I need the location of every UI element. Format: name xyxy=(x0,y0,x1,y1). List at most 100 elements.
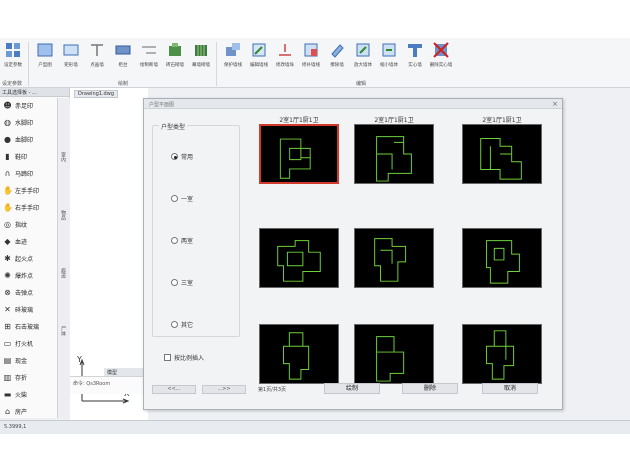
floorplan-option[interactable] xyxy=(354,315,434,384)
palette-title[interactable]: 工具选择板 - ... xyxy=(0,88,69,97)
floorplan-thumbnail[interactable] xyxy=(462,228,542,288)
palette-item-label: 马蹄印 xyxy=(15,171,34,178)
edit-wall-button[interactable]: 编辑墙线 xyxy=(246,41,272,81)
floorplan-thumbnail[interactable] xyxy=(462,324,542,384)
floorplan-caption xyxy=(259,219,339,228)
curtain-wall-icon xyxy=(195,45,207,56)
modify-pier-button[interactable]: 修改墙垛 xyxy=(272,41,298,81)
ribbon-separator xyxy=(28,42,29,86)
floorplan-option[interactable] xyxy=(462,219,542,288)
floorplan-icon xyxy=(37,43,53,57)
floorplan-option[interactable]: 2室1厅1厨1卫 xyxy=(462,115,542,184)
enlarge-wall-button[interactable]: 放大墙体 xyxy=(350,41,376,81)
side-tab-traces[interactable]: 痕迹 xyxy=(60,268,67,278)
blood-footprint-icon: ● xyxy=(4,135,11,144)
radio-three-room[interactable]: 三室 xyxy=(171,278,193,287)
erase-wall-button[interactable]: 擦除墙 xyxy=(324,41,350,81)
broken-wall-button[interactable]: 绘制断墙 xyxy=(136,41,162,81)
protect-wall-button[interactable]: 保护墙线 xyxy=(220,41,246,81)
passbook-icon: ▥ xyxy=(3,373,12,382)
palette-item-label: 血脚印 xyxy=(15,137,34,144)
footprint-icon: ☻ xyxy=(3,101,12,110)
shoe-icon: ▮ xyxy=(5,152,10,161)
floorplan-caption xyxy=(354,315,434,324)
curtain-wall-button[interactable]: 幕墙砌墙 xyxy=(188,41,214,81)
point-wall-icon xyxy=(91,44,103,56)
palette-item-label: 石击玻璃 xyxy=(15,324,40,331)
counter-button[interactable]: 柜台 xyxy=(110,41,136,81)
radio-other[interactable]: 其它 xyxy=(171,320,193,329)
point-wall-button[interactable]: 点画墙 xyxy=(84,41,110,81)
palette-item-label: 打火机 xyxy=(15,341,34,348)
repair-wall-button[interactable]: 修补墙线 xyxy=(298,41,324,81)
status-bar: 5.3999,1 xyxy=(0,420,630,434)
floorplan-thumbnail[interactable] xyxy=(354,324,434,384)
radio-two-room[interactable]: 两室 xyxy=(171,236,193,245)
palette-item-label: 击弹点 xyxy=(15,290,34,297)
draw-button[interactable]: 绘制 xyxy=(324,383,380,394)
floorplan-thumbnail[interactable] xyxy=(462,124,542,184)
stone-glass-icon: ⊞ xyxy=(4,322,11,331)
broken-glass-icon: ✕ xyxy=(4,305,11,314)
delete-button[interactable]: 删除 xyxy=(402,383,458,394)
floorplan-caption: 2室1厅1厨1卫 xyxy=(374,117,414,124)
cad-app-window: 设定参数 户型图 矩形墙 点画墙 柜台 绘制断墙 砖石砌墙 幕墙砌墙 保护墙线 … xyxy=(0,38,630,434)
group-label-settings: 设定参数 xyxy=(2,81,23,87)
floorplan-caption xyxy=(462,219,542,228)
palette-item-label: 水脚印 xyxy=(15,120,34,127)
scale-insert-checkbox[interactable]: 按比例插入 xyxy=(164,353,204,362)
side-tab-indoor[interactable]: 室内 xyxy=(60,152,67,162)
repair-wall-label: 修补墙线 xyxy=(301,62,320,68)
floorplan-caption xyxy=(259,315,339,324)
palette-item-label: 左手手印 xyxy=(15,188,40,195)
floorplan-option[interactable] xyxy=(462,315,542,384)
radio-label: 三室 xyxy=(181,280,194,287)
floorplan-thumbnail[interactable] xyxy=(259,324,339,384)
palette-item-label: 存折 xyxy=(15,375,28,382)
settings-button[interactable]: 设定参数 xyxy=(0,41,26,81)
solid-wall-button[interactable]: 实心墙 xyxy=(402,41,428,81)
floorplan-drawing xyxy=(283,332,310,380)
command-line[interactable]: 命令: Qs3Room xyxy=(70,376,148,394)
next-page-button[interactable]: ...>> xyxy=(202,385,246,394)
group-label-draw: 绘制 xyxy=(118,81,129,87)
radio-one-room[interactable]: 一室 xyxy=(171,194,193,203)
floorplan-thumbnail[interactable] xyxy=(259,228,339,288)
shrink-wall-button[interactable]: 缩小墙体 xyxy=(376,41,402,81)
protect-wall-icon xyxy=(226,43,240,56)
floorplan-thumbnail[interactable] xyxy=(354,124,434,184)
palette-item-label: 右手手印 xyxy=(15,205,40,212)
model-tab[interactable]: 模型 xyxy=(104,368,148,376)
counter-icon xyxy=(115,45,131,55)
prev-page-button[interactable]: <<... xyxy=(152,385,196,394)
radio-label: 其它 xyxy=(181,322,194,329)
document-tab[interactable]: Drawing1.dwg xyxy=(74,90,118,98)
shrink-wall-label: 缩小墙体 xyxy=(379,62,398,68)
floorplan-button[interactable]: 户型图 xyxy=(32,41,58,81)
cancel-button[interactable]: 取消 xyxy=(482,383,538,394)
fire-point-icon: ✱ xyxy=(4,254,11,263)
bullet-hit-icon: ⊗ xyxy=(4,288,11,297)
side-tab-bodies[interactable]: 尸体 xyxy=(60,326,67,336)
floorplan-option[interactable]: 2室1厅1厨1卫 xyxy=(259,115,339,184)
radio-dot xyxy=(171,279,178,286)
curtain-wall-label: 幕墙砌墙 xyxy=(191,62,210,68)
brick-wall-button[interactable]: 砖石砌墙 xyxy=(162,41,188,81)
radio-common[interactable]: 常用 xyxy=(171,152,193,161)
svg-text:Y: Y xyxy=(76,356,82,364)
floorplan-dialog: 户型平面图 × 户型类型 常用 一室 两室 三室 其它 按比例插入 2室1厅1厨… xyxy=(143,98,563,410)
floorplan-drawing xyxy=(486,330,515,380)
rect-wall-label: 矩形墙 xyxy=(64,62,78,68)
palette-item-label: 起火点 xyxy=(15,256,34,263)
side-tab-items[interactable]: 物品 xyxy=(60,210,67,220)
floorplan-thumbnail[interactable] xyxy=(259,124,339,184)
floorplan-option[interactable] xyxy=(259,219,339,288)
close-icon[interactable]: × xyxy=(552,100,558,108)
floorplan-option[interactable] xyxy=(354,219,434,288)
palette-side-tabs: 室内 物品 痕迹 尸体 xyxy=(57,98,70,418)
floorplan-option[interactable]: 2室1厅1厨1卫 xyxy=(354,115,434,184)
floorplan-option[interactable] xyxy=(259,315,339,384)
delete-solid-wall-button[interactable]: 删除实心墙 xyxy=(428,41,454,81)
rect-wall-button[interactable]: 矩形墙 xyxy=(58,41,84,81)
floorplan-thumbnail[interactable] xyxy=(354,228,434,288)
